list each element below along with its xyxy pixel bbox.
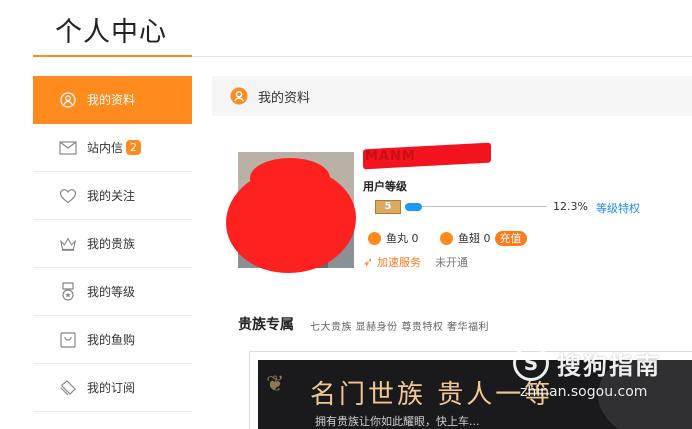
bookmark-icon <box>59 379 77 397</box>
sidebar-item-label: 我的资料 <box>87 93 136 107</box>
sidebar-item-label: 站内信 <box>87 141 124 155</box>
sidebar-item-label: 我的订阅 <box>87 381 136 395</box>
recharge-button[interactable]: 充值 <box>494 230 527 246</box>
page-title: 个人中心 <box>55 17 167 48</box>
sidebar-item-following[interactable]: 我的关注 <box>33 172 192 220</box>
fish-fin-value: 0 <box>483 231 491 245</box>
crown-icon <box>59 235 77 253</box>
title-underline <box>33 55 192 57</box>
fish-ball-value: 0 <box>411 231 419 245</box>
mail-icon <box>59 139 77 157</box>
nobility-section-title: 贵族专属 <box>238 317 294 333</box>
sidebar-item-subscriptions[interactable]: 我的订阅 <box>33 364 192 412</box>
boost-service-status: 未开通 <box>435 256 469 269</box>
sidebar: 我的资料 站内信 2 我的关注 我的贵族 我的等级 我的鱼购 我的订阅 <box>33 76 192 412</box>
level-progress-text: 12.3% <box>553 200 588 213</box>
level-progress-bar <box>405 203 547 211</box>
username: MANM <box>365 149 416 164</box>
sidebar-item-messages[interactable]: 站内信 2 <box>33 124 192 172</box>
fish-fin-label: 鱼翅 <box>458 232 480 245</box>
medal-icon <box>59 281 77 301</box>
boost-service: ➶ 加速服务 未开通 <box>363 254 468 270</box>
sidebar-item-label: 我的关注 <box>87 189 136 203</box>
sidebar-item-nobility[interactable]: 我的贵族 <box>33 220 192 268</box>
boost-service-link[interactable]: 加速服务 <box>377 254 421 270</box>
sidebar-item-profile[interactable]: 我的资料 <box>33 76 192 124</box>
level-label: 用户等级 <box>363 180 407 193</box>
fish-fin-icon <box>440 231 453 245</box>
header-divider <box>192 56 692 57</box>
section-header: 我的资料 <box>212 76 692 116</box>
banner-headline: 名门世族 贵人一等 <box>310 380 554 410</box>
fish-ball-balance: 鱼丸 0 <box>368 230 419 246</box>
nobility-section-subtitle: 七大贵族 显赫身份 尊贵特权 奢华福利 <box>310 322 490 333</box>
level-privileges-link[interactable]: 等级特权 <box>596 200 640 216</box>
sidebar-item-label: 我的贵族 <box>87 237 136 251</box>
fish-ball-icon <box>368 231 381 245</box>
sidebar-item-shop[interactable]: 我的鱼购 <box>33 316 192 364</box>
watermark-url: zhinan.sogou.com <box>520 384 648 400</box>
flourish-icon: ❦ <box>266 372 285 397</box>
rocket-icon: ➶ <box>363 255 374 269</box>
sidebar-item-label: 我的鱼购 <box>87 333 136 347</box>
unread-count-badge: 2 <box>126 140 142 155</box>
sidebar-item-label: 我的等级 <box>87 285 136 299</box>
user-circle-icon <box>230 87 248 105</box>
fish-fin-balance: 鱼翅 0 充值 <box>440 230 527 246</box>
sidebar-item-level[interactable]: 我的等级 <box>33 268 192 316</box>
redaction-scribble <box>250 158 330 198</box>
section-header-title: 我的资料 <box>258 90 311 106</box>
user-icon <box>59 91 77 109</box>
fish-ball-label: 鱼丸 <box>386 232 408 245</box>
level-progress-fill <box>405 203 423 211</box>
banner-tagline: 拥有贵族让你如此耀眼，快上车... <box>315 415 480 428</box>
heart-icon <box>59 187 77 205</box>
bag-icon <box>59 331 77 349</box>
level-badge: 5 <box>375 200 401 214</box>
watermark-text: 搜狗指南 <box>557 352 661 380</box>
watermark-logo-icon: S <box>513 345 549 381</box>
